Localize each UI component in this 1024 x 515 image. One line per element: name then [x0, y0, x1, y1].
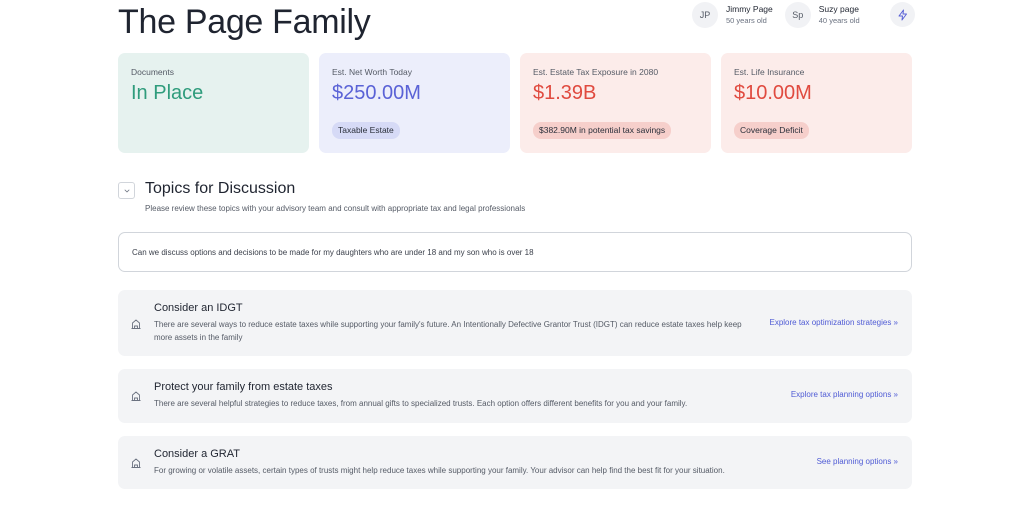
lightning-button[interactable] [890, 2, 915, 27]
topics-subtitle: Please review these topics with your adv… [145, 204, 526, 213]
family-members: JP Jimmy Page 50 years old Sp Suzy page … [692, 2, 872, 28]
documents-card[interactable]: Documents In Place [118, 53, 309, 153]
topic-link[interactable]: Explore tax optimization strategies » [769, 318, 898, 327]
chevron-down-icon [124, 189, 129, 192]
card-label: Documents [131, 67, 174, 77]
building-icon [131, 391, 141, 401]
card-value: $10.00M [734, 82, 812, 104]
topic-link[interactable]: See planning options » [817, 457, 898, 466]
member-name: Suzy page [818, 4, 859, 14]
topic-title: Consider a GRAT [154, 448, 240, 460]
topic-card-idgt[interactable]: Consider an IDGT There are several ways … [118, 290, 912, 356]
building-icon [131, 458, 141, 468]
collapse-toggle[interactable] [118, 182, 135, 199]
member-info: Jimmy Page 50 years old [726, 3, 773, 27]
estate-tax-card[interactable]: Est. Estate Tax Exposure in 2080 $1.39B … [520, 53, 711, 153]
summary-cards: Documents In Place Est. Net Worth Today … [118, 53, 912, 153]
member-age: 40 years old [818, 16, 860, 25]
topic-description: For growing or volatile assets, certain … [154, 466, 725, 475]
member-name: Jimmy Page [726, 4, 773, 14]
member-info: Suzy page 40 years old [819, 3, 860, 27]
card-label: Est. Life Insurance [734, 67, 805, 77]
topic-card-grat[interactable]: Consider a GRAT For growing or volatile … [118, 436, 912, 489]
avatar: JP [692, 2, 718, 28]
card-label: Est. Net Worth Today [332, 67, 412, 77]
discussion-question[interactable]: Can we discuss options and decisions to … [118, 232, 912, 272]
member-age: 50 years old [726, 16, 767, 25]
lightning-icon [898, 9, 907, 20]
topic-link[interactable]: Explore tax planning options » [791, 390, 898, 399]
topic-description: There are several ways to reduce estate … [154, 320, 742, 342]
topic-description: There are several helpful strategies to … [154, 399, 688, 408]
card-value: $250.00M [332, 82, 421, 104]
net-worth-card[interactable]: Est. Net Worth Today $250.00M Taxable Es… [319, 53, 510, 153]
status-badge: Coverage Deficit [734, 122, 809, 139]
member-suzy[interactable]: Sp Suzy page 40 years old [784, 2, 860, 28]
topic-card-estate-taxes[interactable]: Protect your family from estate taxes Th… [118, 369, 912, 423]
status-badge: $382.90M in potential tax savings [533, 122, 672, 139]
card-label: Est. Estate Tax Exposure in 2080 [533, 67, 659, 77]
card-value: In Place [131, 82, 204, 104]
building-icon [131, 319, 141, 329]
member-jimmy[interactable]: JP Jimmy Page 50 years old [692, 2, 773, 28]
topic-title: Protect your family from estate taxes [154, 381, 333, 393]
card-value: $1.39B [533, 82, 597, 104]
topic-title: Consider an IDGT [154, 302, 243, 314]
status-badge: Taxable Estate [332, 122, 400, 139]
avatar: Sp [784, 2, 811, 28]
life-insurance-card[interactable]: Est. Life Insurance $10.00M Coverage Def… [721, 53, 912, 153]
page-title: The Page Family [118, 3, 371, 41]
topics-title: Topics for Discussion [145, 180, 296, 197]
